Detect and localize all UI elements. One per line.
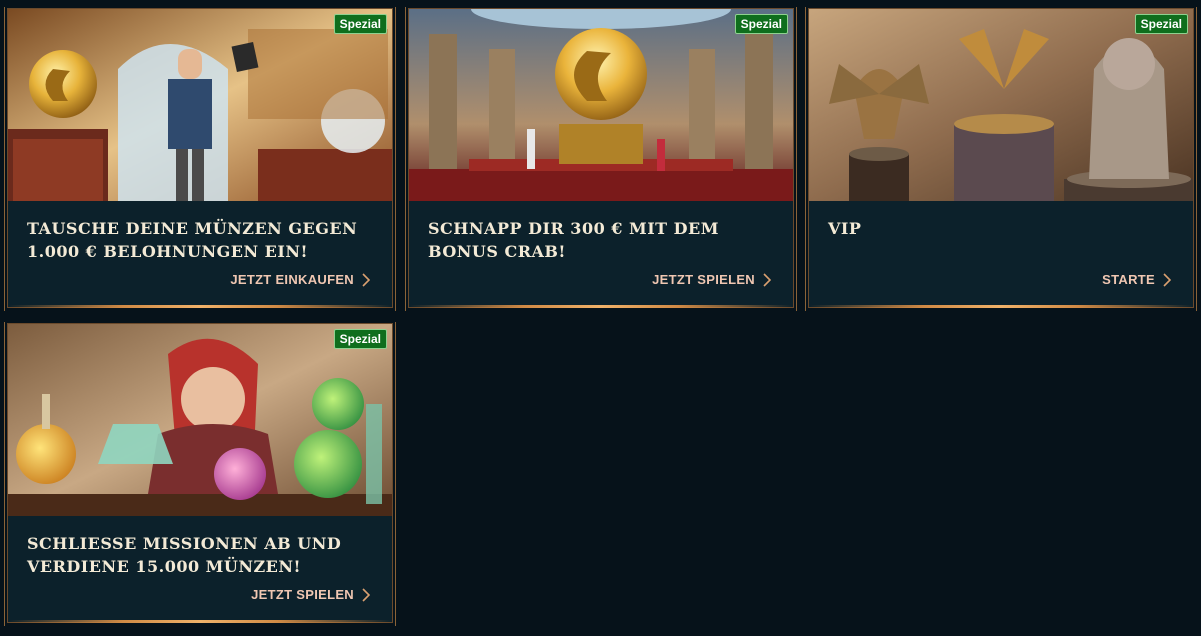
- cta-label: JETZT SPIELEN: [652, 272, 755, 287]
- promo-card[interactable]: Spezial VIP STARTE: [805, 7, 1197, 311]
- chevron-right-icon: [362, 272, 370, 287]
- promo-card[interactable]: Spezial SCHNAPP DIR 300 € MIT DEM BONUS …: [405, 7, 797, 311]
- chevron-right-icon: [763, 272, 771, 287]
- start-button[interactable]: STARTE: [1102, 272, 1171, 287]
- chevron-right-icon: [1163, 272, 1171, 287]
- promotions-grid: Spezial TAUSCHE DEINE MÜNZEN GEGEN 1.000…: [0, 0, 1201, 636]
- promo-title: VIP: [828, 219, 862, 238]
- special-badge: Spezial: [333, 14, 387, 34]
- promo-image-shop[interactable]: Spezial: [8, 9, 392, 201]
- promo-title: SCHNAPP DIR 300 € MIT DEM BONUS CRAB!: [428, 219, 719, 261]
- promo-card[interactable]: Spezial SCHLIESSE MISSIONEN AB UND VERDI…: [4, 322, 396, 626]
- temple-illustration: [409, 9, 793, 201]
- alchemist-illustration: [8, 324, 392, 516]
- promo-image-vip[interactable]: Spezial: [809, 9, 1193, 201]
- cta-label: JETZT SPIELEN: [251, 587, 354, 602]
- promo-image-temple[interactable]: Spezial: [409, 9, 793, 201]
- special-badge: Spezial: [1134, 14, 1188, 34]
- shop-illustration: [8, 9, 392, 201]
- special-badge: Spezial: [333, 329, 387, 349]
- shop-now-button[interactable]: JETZT EINKAUFEN: [230, 272, 370, 287]
- play-now-button[interactable]: JETZT SPIELEN: [652, 272, 771, 287]
- vip-illustration: [809, 9, 1193, 201]
- cta-label: STARTE: [1102, 272, 1155, 287]
- promo-title: SCHLIESSE MISSIONEN AB UND VERDIENE 15.0…: [27, 534, 342, 576]
- promo-card[interactable]: Spezial TAUSCHE DEINE MÜNZEN GEGEN 1.000…: [4, 7, 396, 311]
- play-now-button[interactable]: JETZT SPIELEN: [251, 587, 370, 602]
- special-badge: Spezial: [734, 14, 788, 34]
- promo-title: TAUSCHE DEINE MÜNZEN GEGEN 1.000 € BELOH…: [27, 219, 358, 261]
- chevron-right-icon: [362, 587, 370, 602]
- promo-image-alchemist[interactable]: Spezial: [8, 324, 392, 516]
- cta-label: JETZT EINKAUFEN: [230, 272, 354, 287]
